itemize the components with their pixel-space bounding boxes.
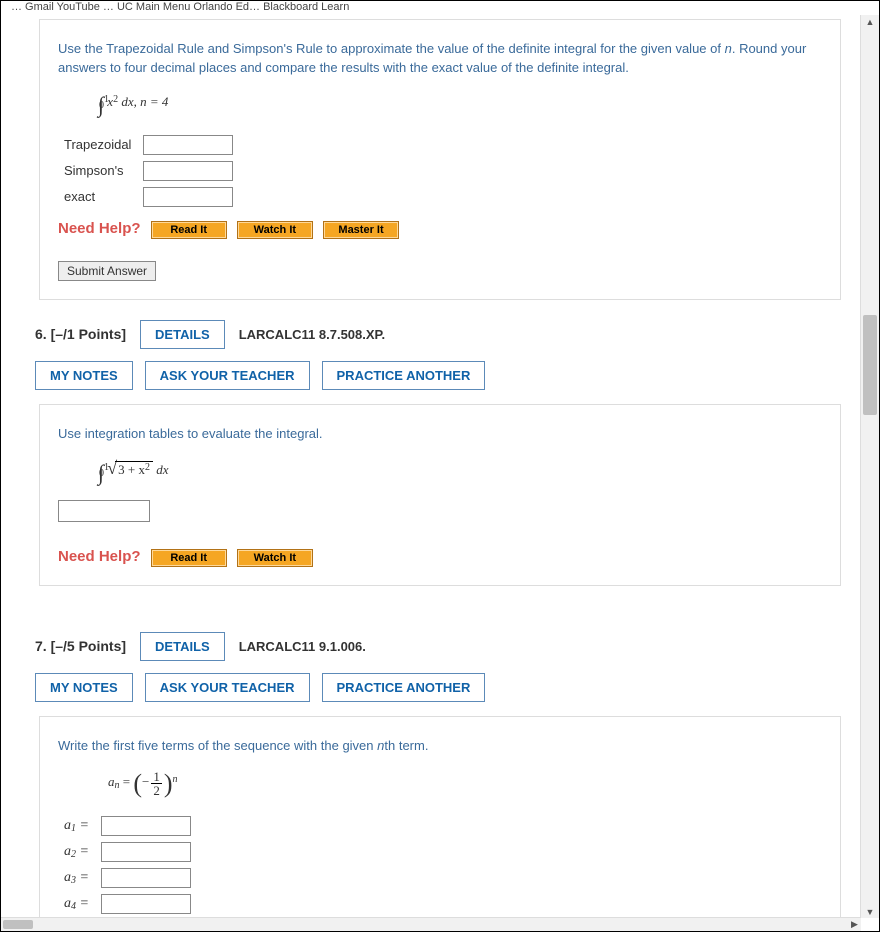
q7-frac-num: 1	[151, 770, 162, 784]
q5-submit-button[interactable]: Submit Answer	[58, 261, 156, 281]
q7-a2: a	[64, 844, 71, 859]
q6-prompt: Use integration tables to evaluate the i…	[58, 425, 822, 444]
q6-button-row: MY NOTES ASK YOUR TEACHER PRACTICE ANOTH…	[35, 361, 841, 390]
q7-ask-button[interactable]: ASK YOUR TEACHER	[145, 673, 310, 702]
q5-input-trap[interactable]	[143, 135, 233, 155]
q7-header: 7. [–/5 Points] DETAILS LARCALC11 9.1.00…	[35, 632, 841, 661]
vertical-scrollbar[interactable]: ▲ ▼	[860, 15, 879, 918]
question-box-6: Use integration tables to evaluate the i…	[39, 404, 841, 586]
q6-practice-button[interactable]: PRACTICE ANOTHER	[322, 361, 486, 390]
q6-pts: [–/1 Points]	[51, 326, 126, 342]
scroll-thumb[interactable]	[863, 315, 877, 415]
q7-mynotes-button[interactable]: MY NOTES	[35, 673, 133, 702]
q5-integral: ∫10 x2 dx, n = 4	[98, 92, 822, 118]
horizontal-scrollbar[interactable]: ▶	[1, 917, 861, 931]
q7-num: 7.	[35, 638, 47, 654]
q7-button-row: MY NOTES ASK YOUR TEACHER PRACTICE ANOTH…	[35, 673, 841, 702]
q7-pow: n	[173, 774, 178, 785]
q7-pts: [–/5 Points]	[51, 638, 126, 654]
q5-need-help: Need Help? Read It Watch It Master It	[58, 220, 822, 239]
q6-mynotes-button[interactable]: MY NOTES	[35, 361, 133, 390]
q7-input-4[interactable]	[101, 894, 191, 914]
scroll-up-icon[interactable]: ▲	[861, 15, 879, 28]
q7-input-1[interactable]	[101, 816, 191, 836]
q6-need-label: Need Help?	[58, 548, 141, 565]
q5-row-trap: Trapezoidal	[58, 132, 137, 158]
q7-minus: −	[142, 774, 149, 789]
q5-n: n	[725, 41, 732, 56]
browser-tab-strip: … Gmail YouTube … UC Main Menu Orlando E…	[1, 1, 879, 16]
q6-lower: 0	[99, 468, 104, 479]
q5-prompt: Use the Trapezoidal Rule and Simpson's R…	[58, 40, 822, 78]
q7-eq: =	[123, 774, 134, 789]
question-box-7: Write the first five terms of the sequen…	[39, 716, 841, 931]
q7-s2: 2	[71, 849, 76, 860]
q5-read-button[interactable]: Read It	[151, 221, 227, 239]
q5-input-exact[interactable]	[143, 187, 233, 207]
scroll-down-icon[interactable]: ▼	[861, 905, 879, 918]
q5-prompt-a: Use the Trapezoidal Rule and Simpson's R…	[58, 41, 725, 56]
q7-details-button[interactable]: DETAILS	[140, 632, 225, 661]
q7-prompt-b: th term.	[384, 738, 428, 753]
q5-exp: 2	[113, 94, 118, 105]
q7-input-3[interactable]	[101, 868, 191, 888]
q7-practice-button[interactable]: PRACTICE ANOTHER	[322, 673, 486, 702]
hscroll-thumb[interactable]	[3, 920, 33, 929]
q5-master-button[interactable]: Master It	[323, 221, 399, 239]
q7-prompt-a: Write the first five terms of the sequen…	[58, 738, 377, 753]
q5-dx: dx,	[121, 94, 137, 109]
q6-header: 6. [–/1 Points] DETAILS LARCALC11 8.7.50…	[35, 320, 841, 349]
q7-a4: a	[64, 896, 71, 911]
q6-read-button[interactable]: Read It	[151, 549, 227, 567]
q5-row-simp: Simpson's	[58, 158, 137, 184]
q7-a3: a	[64, 870, 71, 885]
q6-integral: ∫10 √3 + x2 dx	[98, 458, 822, 486]
question-box-5: Use the Trapezoidal Rule and Simpson's R…	[39, 19, 841, 300]
q7-s3: 3	[71, 875, 76, 886]
q6-num: 6.	[35, 326, 47, 342]
q7-an-sub: n	[115, 780, 120, 791]
q6-under: 3 + x	[118, 462, 145, 477]
q5-answer-table: Trapezoidal Simpson's exact	[58, 132, 239, 210]
q6-ask-button[interactable]: ASK YOUR TEACHER	[145, 361, 310, 390]
q7-s1: 1	[71, 823, 76, 834]
scroll-right-icon[interactable]: ▶	[848, 918, 861, 931]
q7-input-2[interactable]	[101, 842, 191, 862]
q7-ref: LARCALC11 9.1.006.	[239, 639, 366, 654]
q5-nlabel: n = 4	[140, 94, 168, 109]
q5-need-label: Need Help?	[58, 220, 141, 237]
q6-dx: dx	[156, 462, 168, 477]
q5-watch-button[interactable]: Watch It	[237, 221, 313, 239]
q6-details-button[interactable]: DETAILS	[140, 320, 225, 349]
q6-answer-input[interactable]	[58, 500, 150, 522]
q5-lower: 0	[99, 100, 104, 111]
q7-s4: 4	[71, 901, 76, 912]
q6-need-help: Need Help? Read It Watch It	[58, 548, 822, 567]
q7-a1: a	[64, 818, 71, 833]
q7-prompt: Write the first five terms of the sequen…	[58, 737, 822, 756]
content-scroll: MY NOTES ASK YOUR TEACHER PRACTICE ANOTH…	[1, 15, 861, 931]
q6-exp: 2	[145, 462, 150, 473]
q7-answer-table: a1 = a2 = a3 = a4 = a5 =	[58, 813, 197, 931]
q7-frac-den: 2	[151, 784, 162, 797]
q7-formula: an = (−12)n	[108, 769, 822, 799]
q6-ref: LARCALC11 8.7.508.XP.	[239, 327, 385, 342]
q5-input-simp[interactable]	[143, 161, 233, 181]
q5-row-exact: exact	[58, 184, 137, 210]
q6-watch-button[interactable]: Watch It	[237, 549, 313, 567]
